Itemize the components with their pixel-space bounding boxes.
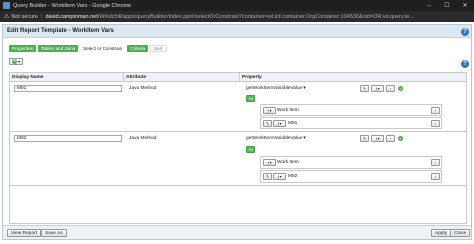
tab-select-or-constrain[interactable]: Select or Constrain bbox=[80, 45, 125, 52]
address-path: /Windchill/apps/queryBuilder/index.jsp#/… bbox=[97, 13, 415, 20]
add-argument-button[interactable]: +▾ bbox=[246, 95, 255, 102]
edit-icon[interactable]: ✎ bbox=[360, 85, 369, 92]
arrow-right-icon[interactable]: › bbox=[431, 120, 440, 127]
attribute-value: Java Method bbox=[129, 136, 157, 141]
view-report-button[interactable]: View Report bbox=[7, 229, 42, 237]
arrow-right-icon[interactable]: › bbox=[431, 107, 440, 114]
tab-tables-and-joins[interactable]: Tables and Joins bbox=[37, 45, 79, 52]
apply-button[interactable]: Apply bbox=[431, 229, 451, 237]
argument-label: Work Item bbox=[277, 160, 299, 165]
minimize-button[interactable]: – bbox=[420, 0, 438, 11]
arrow-right-icon[interactable]: › bbox=[386, 135, 395, 142]
dropdown-arrow-icon: ▾ bbox=[17, 59, 20, 64]
argument-label: Work Item bbox=[277, 108, 299, 113]
edit-icon[interactable]: ✎ bbox=[263, 173, 272, 180]
maximize-button[interactable]: ☐ bbox=[438, 0, 456, 11]
argument-row: ƒ▾ Work Item › bbox=[260, 156, 442, 169]
table-row: M01 Java Method getWorkItemVariableValue… bbox=[10, 82, 466, 132]
table-row: M02 Java Method getWorkItemVariableValue… bbox=[10, 132, 466, 186]
plus-icon: + bbox=[11, 58, 17, 64]
argument-row: ✎ ƒ▾ M01 › bbox=[260, 117, 442, 129]
header-property: Property bbox=[242, 75, 262, 80]
app-icon bbox=[3, 2, 10, 9]
tab-properties[interactable]: Properties bbox=[9, 45, 36, 52]
panel-title: Edit Report Template - WorkItem Vars bbox=[7, 28, 114, 34]
panel-header: Edit Report Template - WorkItem Vars bbox=[3, 25, 471, 38]
property-select[interactable]: getWorkItemVariableValue ▾ bbox=[246, 135, 306, 142]
function-menu-button[interactable]: ƒ▾ bbox=[371, 85, 384, 92]
help-icon[interactable]: ? bbox=[461, 28, 469, 36]
add-circle-icon[interactable]: + bbox=[398, 86, 403, 91]
argument-type-button[interactable]: ƒ▾ bbox=[273, 120, 286, 127]
attribute-value: Java Method bbox=[129, 86, 157, 91]
function-menu-button[interactable]: ƒ▾ bbox=[371, 135, 384, 142]
add-column-button[interactable]: + ▾ bbox=[9, 58, 23, 65]
warning-icon: ⚠ bbox=[4, 14, 10, 20]
help-icon-2[interactable]: ? bbox=[461, 60, 469, 68]
report-template-panel: Edit Report Template - WorkItem Vars ? P… bbox=[2, 24, 472, 240]
property-value: getWorkItemVariableValue bbox=[246, 136, 303, 141]
chevron-down-icon: ▾ bbox=[303, 86, 306, 91]
save-as-button[interactable]: Save As bbox=[41, 229, 67, 237]
address-host: david.campinman.net bbox=[45, 13, 98, 20]
window-titlebar: Query Builder - WorkItem Vars - Google C… bbox=[0, 0, 474, 11]
tab-sort[interactable]: Sort bbox=[150, 45, 167, 52]
arrow-right-icon[interactable]: › bbox=[431, 173, 440, 180]
argument-row: ƒ▾ Work Item › bbox=[260, 104, 442, 116]
argument-value: M02 bbox=[288, 174, 298, 179]
add-argument-button[interactable]: +▾ bbox=[246, 146, 255, 153]
argument-type-button[interactable]: ƒ▾ bbox=[273, 173, 286, 180]
property-select[interactable]: getWorkItemVariableValue ▾ bbox=[246, 85, 306, 92]
tab-criteria[interactable]: Criteria bbox=[127, 45, 149, 52]
window-title: Query Builder - WorkItem Vars - Google C… bbox=[13, 2, 132, 9]
display-name-input[interactable]: M01 bbox=[14, 85, 122, 92]
argument-value: M01 bbox=[288, 121, 298, 126]
add-circle-icon[interactable]: + bbox=[398, 136, 403, 141]
argument-row: ✎ ƒ▾ M02 › bbox=[260, 170, 442, 183]
argument-type-button[interactable]: ƒ▾ bbox=[263, 107, 276, 114]
argument-type-button[interactable]: ƒ▾ bbox=[263, 159, 276, 166]
grid-header: Display Name Attribute Property bbox=[10, 73, 466, 82]
property-value: getWorkItemVariableValue bbox=[246, 86, 303, 91]
edit-icon[interactable]: ✎ bbox=[263, 120, 272, 127]
address-separator: | bbox=[41, 13, 43, 20]
security-label: Not secure bbox=[11, 13, 38, 20]
select-grid: Display Name Attribute Property M01 Java… bbox=[9, 72, 467, 224]
close-button[interactable]: Close bbox=[450, 229, 471, 237]
tab-bar: Properties Tables and Joins Select or Co… bbox=[9, 45, 167, 52]
close-window-button[interactable]: ✕ bbox=[456, 0, 474, 11]
header-display-name: Display Name bbox=[10, 73, 124, 81]
header-attribute: Attribute bbox=[124, 73, 240, 81]
display-name-input[interactable]: M02 bbox=[14, 135, 122, 142]
address-bar[interactable]: ⚠ Not secure | david.campinman.net /Wind… bbox=[0, 11, 474, 22]
footer-bar: View Report Save As Apply Close bbox=[3, 225, 471, 239]
arrow-right-icon[interactable]: › bbox=[386, 85, 395, 92]
chevron-down-icon: ▾ bbox=[303, 136, 306, 141]
arrow-right-icon[interactable]: › bbox=[431, 159, 440, 166]
edit-icon[interactable]: ✎ bbox=[360, 135, 369, 142]
